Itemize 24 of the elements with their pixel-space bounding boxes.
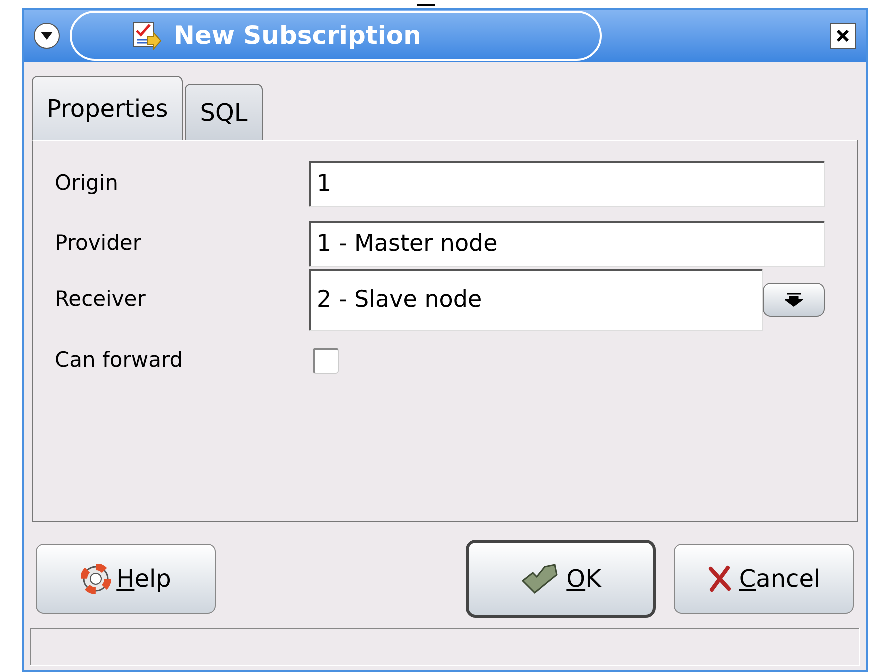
lifebuoy-icon [80, 564, 111, 594]
field-label: Receiver [55, 286, 147, 314]
cancel-button[interactable]: Cancel [674, 544, 854, 614]
text-field[interactable]: 2 - Slave node [309, 269, 763, 331]
window-menu-button[interactable] [34, 23, 60, 49]
checklist-icon [132, 21, 162, 51]
field-label: Origin [55, 170, 120, 198]
select-button[interactable] [763, 283, 825, 317]
checkbox[interactable] [313, 348, 339, 374]
help-button[interactable]: Help [36, 544, 216, 614]
download-arrow-icon [785, 293, 803, 307]
tab[interactable]: Properties [32, 76, 184, 140]
check-hand-icon [520, 563, 561, 595]
caret-icon [41, 32, 53, 40]
tab[interactable]: SQL [185, 84, 263, 140]
close-icon [836, 29, 850, 43]
window-title: New Subscription [174, 20, 422, 52]
text-field[interactable]: 1 - Master node [309, 221, 825, 267]
field-label: Can forward [55, 347, 184, 374]
cross-icon [707, 565, 734, 593]
ok-button[interactable]: OK [466, 540, 656, 618]
close-button[interactable] [830, 23, 856, 49]
field-label: Provider [55, 230, 142, 258]
text-field[interactable]: 1 [309, 161, 825, 207]
